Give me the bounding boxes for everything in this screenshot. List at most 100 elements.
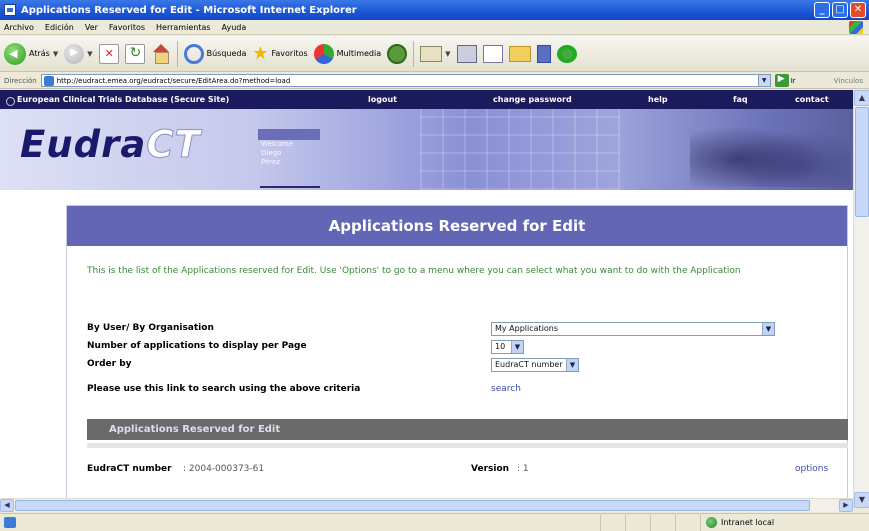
back-button[interactable]: Atrás ▼ [4, 40, 58, 68]
chevron-down-icon[interactable]: ▼ [511, 341, 523, 353]
ie-window-icon[interactable] [4, 4, 16, 16]
circle-marker-icon [6, 97, 15, 106]
windows-logo-icon [849, 21, 863, 34]
refresh-icon[interactable] [124, 43, 145, 64]
menu-ver[interactable]: Ver [85, 23, 98, 32]
status-bar: Intranet local [0, 513, 869, 531]
forward-dropdown-icon[interactable]: ▼ [87, 50, 92, 58]
menu-bar: Archivo Edición Ver Favoritos Herramient… [0, 20, 869, 35]
back-label: Atrás [29, 49, 50, 58]
menu-favoritos[interactable]: Favoritos [109, 23, 145, 32]
security-zone: Intranet local [700, 514, 855, 531]
change-password-link[interactable]: change password [493, 95, 572, 104]
logo-text-eudra: Eudra [20, 123, 147, 166]
research-book-icon[interactable] [536, 44, 551, 63]
site-nav-bar: European Clinical Trials Database (Secur… [0, 90, 853, 109]
date-strip [258, 129, 320, 140]
favorites-button[interactable]: ★ Favoritos [252, 40, 307, 68]
eudract-logo: EudraCT [20, 123, 201, 167]
version-label: Version [471, 464, 510, 474]
scroll-up-icon[interactable]: ▲ [854, 90, 869, 106]
maximize-button[interactable]: □ [832, 2, 848, 18]
back-dropdown-icon[interactable]: ▼ [53, 50, 58, 58]
chevron-down-icon[interactable]: ▼ [566, 359, 578, 371]
go-button[interactable]: Ir [791, 77, 796, 85]
horizontal-scroll-thumb[interactable] [15, 500, 810, 511]
contact-link[interactable]: contact [795, 95, 829, 104]
horizontal-scrollbar[interactable]: ◀ ▶ [0, 498, 853, 512]
banner-grid-decoration [420, 109, 620, 190]
links-button[interactable]: Vínculos [834, 77, 863, 85]
status-segment [600, 515, 601, 531]
window-title: Applications Reserved for Edit - Microso… [21, 4, 357, 16]
scroll-down-icon[interactable]: ▼ [854, 492, 869, 508]
toolbar-separator [413, 40, 415, 67]
user-last-name: Pérez [261, 158, 280, 166]
mail-button[interactable]: ▼ [420, 40, 451, 68]
by-user-label: By User/ By Organisation [87, 323, 214, 333]
results-divider [87, 443, 848, 448]
menu-archivo[interactable]: Archivo [4, 23, 34, 32]
eudract-number-value: : 2004-000373-61 [183, 464, 265, 474]
logout-link[interactable]: logout [368, 95, 397, 104]
vertical-scroll-thumb[interactable] [855, 107, 869, 217]
home-icon[interactable] [151, 43, 171, 64]
welcome-divider [260, 186, 320, 188]
media-button[interactable]: Multimedia [313, 40, 381, 68]
menu-edicion[interactable]: Edición [45, 23, 74, 32]
menu-herramientas[interactable]: Herramientas [156, 23, 211, 32]
mail-icon [420, 45, 443, 62]
welcome-block: Welcome Diego Pérez [258, 109, 320, 190]
faq-link[interactable]: faq [733, 95, 748, 104]
help-link[interactable]: help [648, 95, 668, 104]
messenger-icon[interactable] [556, 44, 577, 63]
search-button[interactable]: Búsqueda [183, 40, 247, 68]
favorites-star-icon: ★ [252, 43, 269, 64]
address-bar: Dirección http://eudract.emea.org/eudrac… [0, 73, 869, 89]
results-header: Applications Reserved for Edit [87, 419, 848, 440]
user-first-name: Diego [261, 149, 282, 157]
scroll-right-icon[interactable]: ▶ [839, 499, 853, 512]
page-status-icon [4, 517, 16, 528]
search-icon [183, 43, 204, 64]
options-link[interactable]: options [795, 464, 828, 474]
intranet-globe-icon [706, 517, 717, 528]
per-page-label: Number of applications to display per Pa… [87, 341, 307, 351]
minimize-button[interactable]: _ [814, 2, 830, 18]
go-arrow-icon[interactable] [774, 74, 789, 87]
address-label: Dirección [4, 76, 37, 85]
scroll-left-icon[interactable]: ◀ [0, 499, 14, 512]
edit-icon[interactable] [482, 44, 503, 63]
address-dropdown-icon[interactable]: ▼ [757, 75, 770, 86]
close-button[interactable]: ✕ [850, 2, 866, 18]
site-nav-title: European Clinical Trials Database (Secur… [17, 95, 230, 104]
browser-toolbar: Atrás ▼ ▼ Búsqueda ★ Favoritos Multimedi… [0, 36, 869, 72]
chevron-down-icon[interactable]: ▼ [762, 323, 774, 335]
media-icon [313, 43, 334, 64]
status-segment [675, 515, 676, 531]
window-controls: _ □ ✕ [814, 2, 866, 18]
per-page-select[interactable]: 10 ▼ [491, 340, 524, 354]
vertical-scrollbar[interactable]: ▲ ▼ [853, 90, 869, 508]
folder-icon[interactable] [508, 45, 531, 62]
by-user-select[interactable]: My Applications ▼ [491, 322, 775, 336]
intro-text: This is the list of the Applications res… [87, 266, 741, 276]
address-url: http://eudract.emea.org/eudract/secure/E… [56, 76, 291, 85]
version-value: : 1 [517, 464, 529, 474]
stop-icon[interactable] [98, 43, 119, 64]
back-arrow-icon [4, 42, 26, 65]
search-label: Búsqueda [206, 49, 247, 58]
window-title-bar[interactable]: Applications Reserved for Edit - Microso… [0, 0, 869, 20]
order-by-label: Order by [87, 359, 132, 369]
search-link[interactable]: search [491, 384, 521, 394]
mail-dropdown-icon[interactable]: ▼ [445, 50, 450, 58]
print-icon[interactable] [456, 44, 477, 63]
history-icon[interactable] [387, 43, 408, 64]
per-page-value: 10 [495, 342, 506, 351]
address-input[interactable]: http://eudract.emea.org/eudract/secure/E… [40, 74, 771, 87]
forward-button[interactable]: ▼ [64, 40, 93, 68]
menu-ayuda[interactable]: Ayuda [222, 23, 247, 32]
order-by-select[interactable]: EudraCT number ▼ [491, 358, 579, 372]
zone-label: Intranet local [721, 518, 775, 527]
welcome-text: Welcome [261, 140, 294, 148]
